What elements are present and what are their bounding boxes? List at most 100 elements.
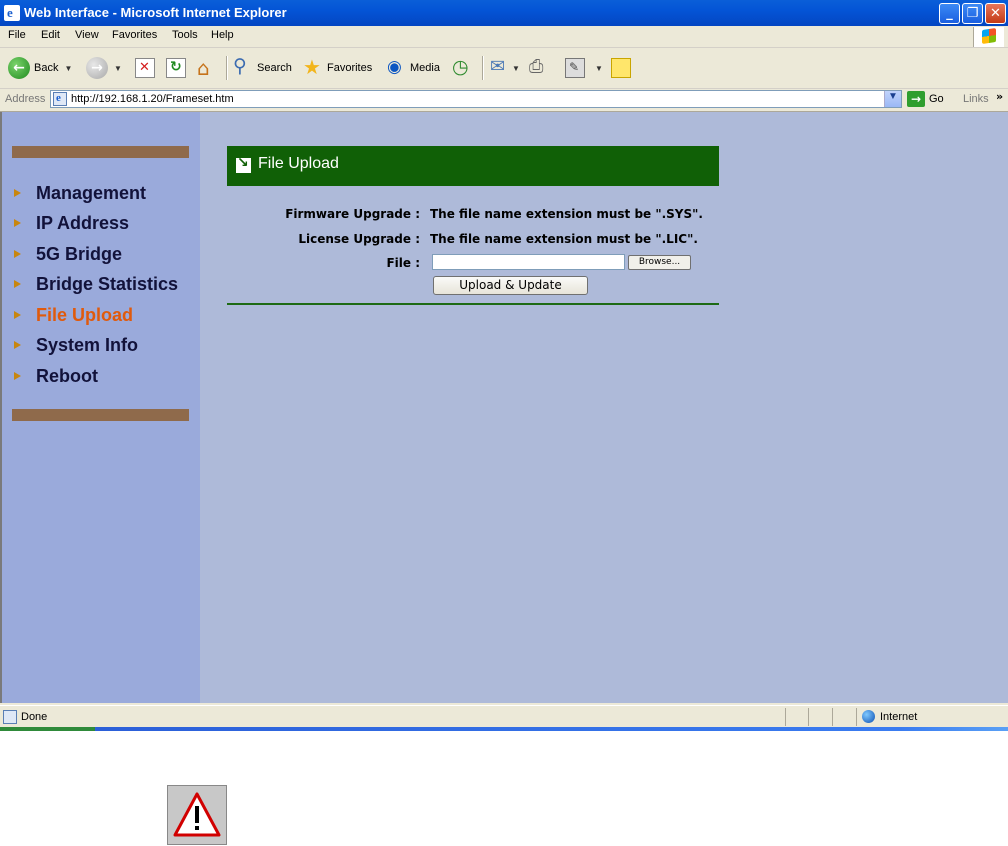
go-label: Go bbox=[929, 93, 944, 105]
status-text: Done bbox=[21, 711, 48, 723]
status-bar: Done Internet bbox=[0, 705, 1008, 728]
address-bar: Address e http://192.168.1.20/Frameset.h… bbox=[0, 89, 1008, 112]
title-bar: e Web Interface - Microsoft Internet Exp… bbox=[0, 0, 1008, 26]
address-url[interactable]: http://192.168.1.20/Frameset.htm bbox=[71, 93, 234, 105]
media-button[interactable]: ◉ Media bbox=[386, 54, 440, 82]
sidebar-item-label[interactable]: IP Address bbox=[36, 213, 129, 234]
ie-logo-icon: e bbox=[4, 5, 20, 21]
back-label: Back bbox=[34, 62, 59, 74]
links-button[interactable]: Links bbox=[963, 93, 989, 105]
back-arrow-icon: ← bbox=[8, 57, 30, 79]
search-button[interactable]: ⚲ Search bbox=[233, 54, 292, 82]
sidebar: Management IP Address 5G Bridge Bridge S… bbox=[2, 112, 200, 703]
history-button[interactable]: ◷ bbox=[452, 54, 472, 82]
mail-icon: ✉ bbox=[490, 56, 506, 77]
home-icon: ⌂ bbox=[197, 56, 210, 80]
print-button[interactable]: ⎙ bbox=[529, 54, 549, 82]
license-upgrade-label: License Upgrade : bbox=[298, 232, 420, 246]
media-label: Media bbox=[410, 62, 440, 74]
sidebar-item-management[interactable]: Management bbox=[12, 182, 146, 204]
taskbar-strip bbox=[0, 727, 1008, 731]
firmware-upgrade-note: The file name extension must be ".SYS". bbox=[430, 207, 703, 221]
history-icon: ◷ bbox=[452, 56, 469, 78]
sidebar-item-reboot[interactable]: Reboot bbox=[12, 365, 98, 387]
browser-window: e Web Interface - Microsoft Internet Exp… bbox=[0, 0, 1008, 731]
sidebar-item-label[interactable]: 5G Bridge bbox=[36, 244, 122, 265]
upload-update-button[interactable]: Upload & Update bbox=[433, 276, 588, 295]
menu-help[interactable]: Help bbox=[211, 29, 234, 41]
minimize-button[interactable]: _ bbox=[939, 3, 960, 24]
sidebar-item-label[interactable]: Bridge Statistics bbox=[36, 274, 178, 295]
file-label: File : bbox=[386, 256, 420, 270]
refresh-icon: ↻ bbox=[166, 58, 186, 78]
internet-zone-icon bbox=[862, 710, 875, 723]
menu-file[interactable]: File bbox=[8, 29, 26, 41]
bullet-arrow-icon bbox=[14, 189, 21, 197]
address-label: Address bbox=[5, 93, 46, 105]
browse-button[interactable]: Browse... bbox=[628, 255, 691, 270]
bullet-arrow-icon bbox=[14, 311, 21, 319]
panel-divider bbox=[227, 303, 719, 305]
sidebar-bottom-divider bbox=[12, 409, 189, 421]
edit-icon: ✎ bbox=[565, 58, 585, 78]
window-title: Web Interface - Microsoft Internet Explo… bbox=[24, 5, 287, 20]
windows-logo-icon bbox=[973, 27, 1004, 47]
media-icon: ◉ bbox=[387, 57, 402, 77]
address-dropdown-icon[interactable]: ▼ bbox=[884, 91, 901, 107]
refresh-button[interactable]: ↻ bbox=[166, 54, 186, 82]
bullet-arrow-icon bbox=[14, 280, 21, 288]
messenger-button[interactable] bbox=[611, 54, 631, 82]
menu-tools[interactable]: Tools bbox=[172, 29, 198, 41]
page-done-icon bbox=[3, 710, 17, 724]
menu-favorites[interactable]: Favorites bbox=[112, 29, 157, 41]
search-icon: ⚲ bbox=[233, 55, 247, 77]
maximize-button[interactable]: ❐ bbox=[962, 3, 983, 24]
file-path-input[interactable] bbox=[432, 254, 625, 270]
menu-edit[interactable]: Edit bbox=[41, 29, 60, 41]
sidebar-item-ip-address[interactable]: IP Address bbox=[12, 212, 129, 234]
go-arrow-icon: → bbox=[907, 91, 925, 107]
sidebar-item-label[interactable]: Reboot bbox=[36, 366, 98, 387]
security-zone: Internet bbox=[880, 711, 918, 723]
links-chevron-icon[interactable]: » bbox=[996, 90, 1003, 103]
bullet-arrow-icon bbox=[14, 219, 21, 227]
bullet-arrow-icon bbox=[14, 341, 21, 349]
sidebar-item-bridge-statistics[interactable]: Bridge Statistics bbox=[12, 273, 178, 295]
menu-view[interactable]: View bbox=[75, 29, 99, 41]
menu-bar: File Edit View Favorites Tools Help bbox=[0, 26, 1008, 48]
mail-dropdown-icon[interactable]: ▼ bbox=[512, 64, 520, 73]
stop-button[interactable]: ✕ bbox=[135, 54, 155, 82]
back-dropdown-icon[interactable]: ▼ bbox=[64, 64, 72, 73]
panel-header: ↘ File Upload bbox=[227, 146, 719, 186]
sidebar-item-5g-bridge[interactable]: 5G Bridge bbox=[12, 243, 122, 265]
note-icon bbox=[611, 58, 631, 78]
page-icon: e bbox=[53, 92, 67, 106]
page-content: Management IP Address 5G Bridge Bridge S… bbox=[0, 112, 1008, 703]
warning-triangle-icon bbox=[167, 785, 227, 845]
sidebar-item-label[interactable]: File Upload bbox=[36, 305, 133, 326]
back-button[interactable]: ← Back ▼ bbox=[8, 54, 72, 82]
forward-button[interactable]: → ▼ bbox=[86, 54, 122, 82]
sidebar-item-file-upload[interactable]: File Upload bbox=[12, 304, 133, 326]
search-label: Search bbox=[257, 62, 292, 74]
stop-icon: ✕ bbox=[135, 58, 155, 78]
favorites-label: Favorites bbox=[327, 62, 373, 74]
forward-dropdown-icon[interactable]: ▼ bbox=[114, 64, 122, 73]
edit-button[interactable]: ✎ ▼ bbox=[565, 54, 603, 82]
edit-dropdown-icon[interactable]: ▼ bbox=[595, 64, 603, 73]
sidebar-item-system-info[interactable]: System Info bbox=[12, 334, 138, 356]
firmware-upgrade-label: Firmware Upgrade : bbox=[285, 207, 420, 221]
bullet-arrow-icon bbox=[14, 372, 21, 380]
close-button[interactable]: ✕ bbox=[985, 3, 1006, 24]
mail-button[interactable]: ✉ ▼ bbox=[490, 54, 520, 82]
forward-arrow-icon: → bbox=[86, 57, 108, 79]
address-input[interactable]: e http://192.168.1.20/Frameset.htm ▼ bbox=[50, 90, 902, 108]
sidebar-item-label[interactable]: Management bbox=[36, 183, 146, 204]
favorites-button[interactable]: ★ Favorites bbox=[303, 54, 372, 82]
bullet-arrow-icon bbox=[14, 250, 21, 258]
home-button[interactable]: ⌂ bbox=[196, 54, 216, 82]
go-button[interactable]: → Go bbox=[907, 91, 944, 107]
sidebar-item-label[interactable]: System Info bbox=[36, 335, 138, 356]
upload-arrow-icon: ↘ bbox=[236, 158, 251, 173]
page-title: File Upload bbox=[258, 155, 339, 172]
